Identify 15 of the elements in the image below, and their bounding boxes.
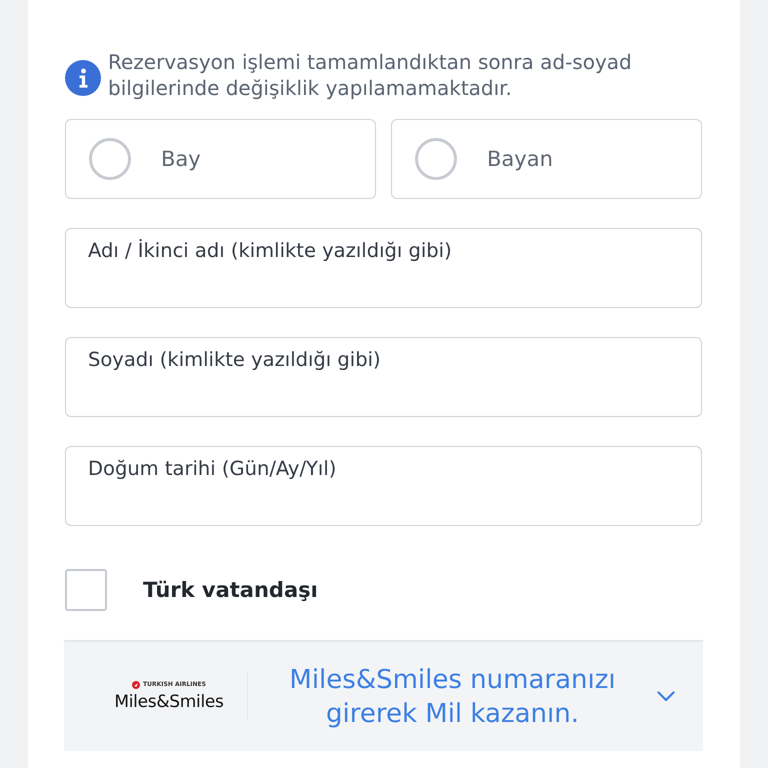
chevron-icon[interactable]: [657, 691, 675, 702]
logo-wordmark: Miles&Smiles: [114, 692, 224, 712]
text-field[interactable]: Doğum tarihi (Gün/Ay/Yıl): [65, 446, 702, 526]
loyalty-prompt: Miles&Smiles numaranızı girerek Mil kazanın.: [288, 664, 617, 730]
gender-option[interactable]: Bay: [65, 119, 376, 199]
notice-text: Rezervasyon işlemi tamamlandıktan sonra ad-soyad bilgilerinde değişiklik yapılamamaktadır.: [108, 49, 633, 101]
gender-option[interactable]: Bayan: [391, 119, 702, 199]
radio-icon[interactable]: [89, 138, 131, 180]
info-icon: [65, 60, 101, 96]
radio-icon[interactable]: [415, 138, 457, 180]
logo-icon: [132, 681, 140, 689]
checkbox-label[interactable]: Türk vatandaşı: [143, 578, 318, 602]
checkbox[interactable]: [65, 569, 107, 611]
text-field[interactable]: Soyadı (kimlikte yazıldığı gibi): [65, 337, 702, 417]
text-field[interactable]: Adı / İkinci adı (kimlikte yazıldığı gibi): [65, 228, 702, 308]
